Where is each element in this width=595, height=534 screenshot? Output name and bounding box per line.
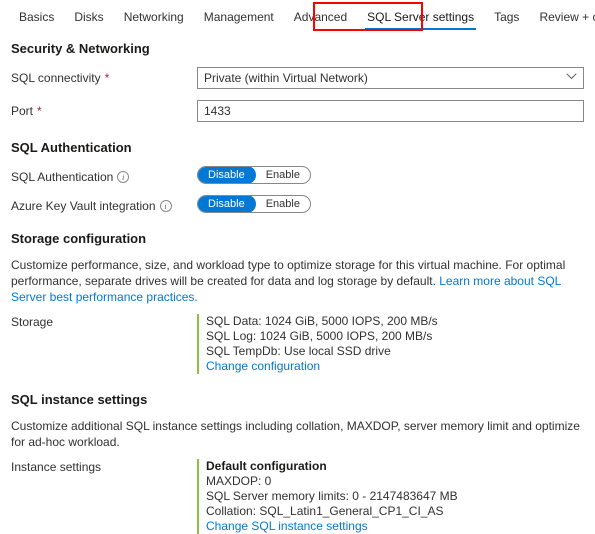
- row-storage-summary: Storage SQL Data: 1024 GiB, 5000 IOPS, 2…: [11, 314, 584, 374]
- label-azure-key-vault-text: Azure Key Vault integration: [11, 199, 156, 213]
- label-port-text: Port: [11, 104, 34, 118]
- tab-management[interactable]: Management: [194, 8, 284, 30]
- azure-key-vault-enable-option[interactable]: Enable: [256, 196, 310, 212]
- sql-connectivity-dropdown[interactable]: Private (within Virtual Network): [197, 67, 584, 89]
- label-sql-connectivity-text: SQL connectivity: [11, 71, 101, 85]
- sql-authentication-enable-option[interactable]: Enable: [256, 167, 310, 183]
- label-sql-authentication: SQL Authentication i: [11, 166, 197, 184]
- instance-default-configuration-heading: Default configuration: [206, 459, 327, 473]
- field-port: 1433: [197, 100, 584, 122]
- instance-description: Customize additional SQL instance settin…: [11, 419, 580, 449]
- section-title-storage-configuration: Storage configuration: [11, 231, 147, 246]
- sql-authentication-toggle[interactable]: Disable Enable: [197, 166, 311, 184]
- instance-settings-block: Default configuration MAXDOP: 0 SQL Serv…: [197, 459, 458, 534]
- port-input[interactable]: 1433: [197, 100, 584, 122]
- instance-line-maxdop: MAXDOP: 0: [206, 474, 272, 488]
- section-title-security-networking: Security & Networking: [11, 41, 150, 56]
- storage-description: Customize performance, size, and workloa…: [11, 257, 584, 305]
- storage-line-sql-log: SQL Log: 1024 GiB, 5000 IOPS, 200 MB/s: [206, 329, 433, 343]
- label-port: Port *: [11, 100, 197, 118]
- label-sql-authentication-text: SQL Authentication: [11, 170, 114, 184]
- section-title-sql-instance-settings: SQL instance settings: [11, 392, 148, 407]
- storage-summary-block: SQL Data: 1024 GiB, 5000 IOPS, 200 MB/s …: [197, 314, 438, 374]
- required-asterisk: *: [37, 104, 42, 118]
- chevron-down-icon: [566, 73, 577, 83]
- sql-connectivity-value: Private (within Virtual Network): [204, 71, 368, 85]
- field-sql-authentication: Disable Enable: [197, 166, 584, 184]
- azure-key-vault-toggle[interactable]: Disable Enable: [197, 195, 311, 213]
- change-sql-instance-settings-link[interactable]: Change SQL instance settings: [206, 519, 458, 534]
- info-icon[interactable]: i: [159, 200, 172, 212]
- field-azure-key-vault-integration: Disable Enable: [197, 195, 584, 213]
- page-content: Security & Networking SQL connectivity *…: [0, 41, 595, 534]
- tab-tags[interactable]: Tags: [484, 8, 529, 30]
- label-instance-settings: Instance settings: [11, 460, 102, 474]
- section-title-sql-authentication: SQL Authentication: [11, 140, 132, 155]
- wizard-tab-strip: Basics Disks Networking Management Advan…: [0, 0, 595, 31]
- tab-sql-server-settings[interactable]: SQL Server settings: [357, 8, 484, 30]
- storage-line-sql-tempdb: SQL TempDb: Use local SSD drive: [206, 344, 391, 358]
- row-instance-settings: Instance settings Default configuration …: [11, 459, 584, 534]
- field-sql-connectivity: Private (within Virtual Network): [197, 67, 584, 89]
- tab-review-create[interactable]: Review + create: [529, 8, 595, 30]
- label-storage: Storage: [11, 315, 54, 329]
- tab-basics[interactable]: Basics: [9, 8, 64, 30]
- tab-networking[interactable]: Networking: [114, 8, 194, 30]
- row-azure-key-vault-integration: Azure Key Vault integration i Disable En…: [11, 195, 584, 213]
- info-icon[interactable]: i: [117, 171, 130, 183]
- required-asterisk: *: [104, 71, 110, 85]
- row-sql-authentication: SQL Authentication i Disable Enable: [11, 166, 584, 184]
- port-value: 1433: [204, 104, 231, 118]
- label-azure-key-vault-integration: Azure Key Vault integration i: [11, 195, 197, 213]
- sql-authentication-disable-option[interactable]: Disable: [197, 167, 256, 183]
- tab-disks[interactable]: Disks: [64, 8, 113, 30]
- storage-line-sql-data: SQL Data: 1024 GiB, 5000 IOPS, 200 MB/s: [206, 314, 438, 328]
- row-port: Port * 1433: [11, 100, 584, 122]
- azure-key-vault-disable-option[interactable]: Disable: [197, 196, 256, 212]
- change-configuration-link[interactable]: Change configuration: [206, 359, 438, 374]
- row-sql-connectivity: SQL connectivity * Private (within Virtu…: [11, 67, 584, 89]
- label-sql-connectivity: SQL connectivity *: [11, 67, 197, 85]
- tab-advanced[interactable]: Advanced: [284, 8, 357, 30]
- instance-line-collation: Collation: SQL_Latin1_General_CP1_CI_AS: [206, 504, 444, 518]
- instance-line-memory-limits: SQL Server memory limits: 0 - 2147483647…: [206, 489, 458, 503]
